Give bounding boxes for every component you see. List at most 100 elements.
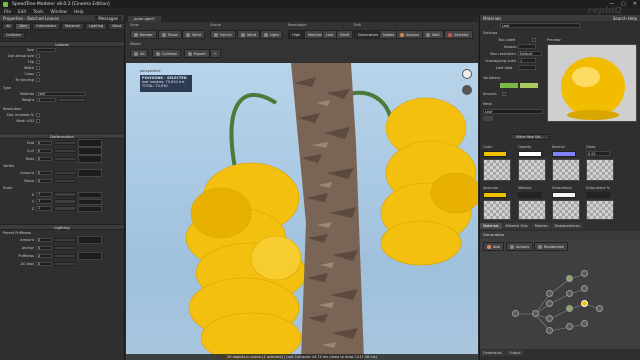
gloss-field[interactable]: 0.25 xyxy=(586,151,610,156)
material-name-field[interactable]: Leaf xyxy=(500,23,580,28)
filter-orientation[interactable]: Orientation xyxy=(31,22,61,30)
scale-y-slider[interactable] xyxy=(54,199,76,204)
collision-button[interactable]: Collision xyxy=(152,49,182,58)
lighting-anchor-field[interactable]: 0 xyxy=(36,245,52,251)
specular-swatch[interactable] xyxy=(483,192,507,198)
generators-button[interactable]: Generators xyxy=(354,30,383,39)
mesh-options-button[interactable] xyxy=(483,116,493,121)
subsurface-pct-texture-slot[interactable] xyxy=(586,200,614,220)
size-increase-checkbox[interactable] xyxy=(36,113,40,117)
vertex-amount-slider[interactable] xyxy=(54,170,76,176)
menu-edit[interactable]: Edit xyxy=(18,9,26,14)
generator-node[interactable] xyxy=(566,290,573,297)
close-button[interactable]: ✕ xyxy=(633,1,637,7)
generator-node[interactable] xyxy=(546,315,553,322)
material-preview[interactable] xyxy=(547,44,637,122)
filter-wind[interactable]: Wind xyxy=(108,22,126,30)
weight-field[interactable]: 1 xyxy=(36,97,56,103)
unwrapping-scale-field[interactable]: 1 xyxy=(518,58,536,63)
lighting-puffiness-field[interactable]: 0 xyxy=(36,253,52,259)
normal-swatch[interactable] xyxy=(552,151,576,157)
3d-viewport[interactable]: perspective POLYGONS - SELECTED leaf mes… xyxy=(126,63,478,360)
opacity-swatch[interactable] xyxy=(518,151,542,157)
material-field[interactable]: Leaf xyxy=(36,91,86,97)
lighting-puffiness-slider[interactable] xyxy=(54,253,76,259)
opacity-texture-slot[interactable] xyxy=(518,159,546,181)
fold-curve[interactable] xyxy=(78,139,102,147)
scale-z-curve[interactable] xyxy=(78,205,102,212)
resolution-low-button[interactable]: Low xyxy=(322,30,338,39)
metallic-texture-slot[interactable] xyxy=(518,200,546,220)
ao-bias-field[interactable]: 0 xyxy=(36,261,52,267)
wall-button[interactable]: Wall xyxy=(422,30,444,39)
tab-displacements[interactable]: Displacements xyxy=(551,223,583,229)
mesh-select[interactable]: Leaf xyxy=(483,109,543,114)
cross-checkbox[interactable] xyxy=(36,72,40,76)
search-help[interactable]: Search Help xyxy=(613,16,637,21)
scale-x-curve[interactable] xyxy=(78,191,102,198)
curl-curve[interactable] xyxy=(78,147,102,155)
curl-field[interactable]: 0 xyxy=(36,148,52,154)
scale-z-field[interactable]: 1 xyxy=(36,206,52,211)
make-new-set-button[interactable]: Make New Set... xyxy=(510,134,550,140)
menu-tools[interactable]: Tools xyxy=(33,9,43,14)
generator-node[interactable] xyxy=(546,290,553,297)
vertex-noise-slider[interactable] xyxy=(54,178,76,184)
generator-node[interactable] xyxy=(581,270,588,277)
render-button[interactable]: Render xyxy=(130,30,157,39)
generator-node[interactable] xyxy=(581,320,588,327)
generator-node[interactable] xyxy=(596,305,603,312)
tab-meshes[interactable]: Meshes xyxy=(531,223,551,229)
filter-lighting[interactable]: Lighting xyxy=(84,22,108,30)
scale-x-field[interactable]: 1 xyxy=(36,192,52,197)
tree-render[interactable] xyxy=(126,63,478,360)
ao-bias-slider[interactable] xyxy=(54,261,76,267)
scale-z-slider[interactable] xyxy=(54,206,76,211)
leaf-data-field[interactable] xyxy=(518,65,536,70)
subsurface-swatch[interactable] xyxy=(552,192,576,198)
generator-node[interactable] xyxy=(566,323,573,330)
messages-tab[interactable]: Messages xyxy=(95,15,121,21)
filter-collision[interactable]: Collision xyxy=(2,31,26,39)
generator-node[interactable] xyxy=(581,285,588,292)
resolution-high-button[interactable]: High xyxy=(288,30,305,39)
amount-checkbox[interactable] xyxy=(502,92,506,96)
mesh-lod-checkbox[interactable] xyxy=(36,119,40,123)
flip-checkbox[interactable] xyxy=(36,60,40,64)
lighting-anchor-slider[interactable] xyxy=(54,245,76,251)
variation-swatch-1[interactable] xyxy=(500,83,518,88)
batched-leaves-node-selected[interactable] xyxy=(581,300,588,307)
scene-wind-button[interactable]: Wind xyxy=(237,30,261,39)
vertex-noise-field[interactable]: 0 xyxy=(36,178,52,184)
view-wind-button[interactable]: Wind xyxy=(182,30,206,39)
tab-materials[interactable]: Materials xyxy=(480,223,502,229)
root-node[interactable] xyxy=(512,310,519,317)
menu-help[interactable]: Help xyxy=(74,9,84,14)
color-texture-slot[interactable] xyxy=(483,159,511,181)
fold-slider[interactable] xyxy=(54,140,76,146)
season-field[interactable] xyxy=(518,44,536,49)
color-swatch[interactable] xyxy=(483,151,507,157)
tri-winding-checkbox[interactable] xyxy=(36,78,40,82)
filter-gen[interactable]: Gen xyxy=(15,22,31,30)
selektor-button[interactable]: Selektor xyxy=(444,30,473,39)
forces-button[interactable]: Forces xyxy=(210,30,236,39)
filter-all[interactable]: All xyxy=(2,22,15,30)
generator-node[interactable] xyxy=(546,327,553,334)
vertex-amount-field[interactable]: 0 xyxy=(36,170,52,176)
vertex-amount-curve[interactable] xyxy=(78,169,102,177)
menu-file[interactable]: File xyxy=(4,9,11,14)
light-button[interactable]: Light xyxy=(260,30,283,39)
leaf-node[interactable] xyxy=(566,275,573,282)
lighting-amount-slider[interactable] xyxy=(54,237,76,243)
lighting-amount-curve[interactable] xyxy=(78,236,102,244)
camera-nav-icon[interactable] xyxy=(462,69,472,79)
twist-slider[interactable] xyxy=(54,156,76,162)
menu-window[interactable]: Window xyxy=(50,9,67,14)
resolution-draft-button[interactable]: Draft xyxy=(336,30,354,39)
filter-material[interactable]: Material xyxy=(61,22,84,30)
season-button[interactable]: Season xyxy=(396,30,424,39)
tab-output[interactable]: Output xyxy=(505,350,524,356)
scale-y-field[interactable]: 1 xyxy=(36,199,52,204)
axis-gizmo-icon[interactable] xyxy=(462,85,472,95)
